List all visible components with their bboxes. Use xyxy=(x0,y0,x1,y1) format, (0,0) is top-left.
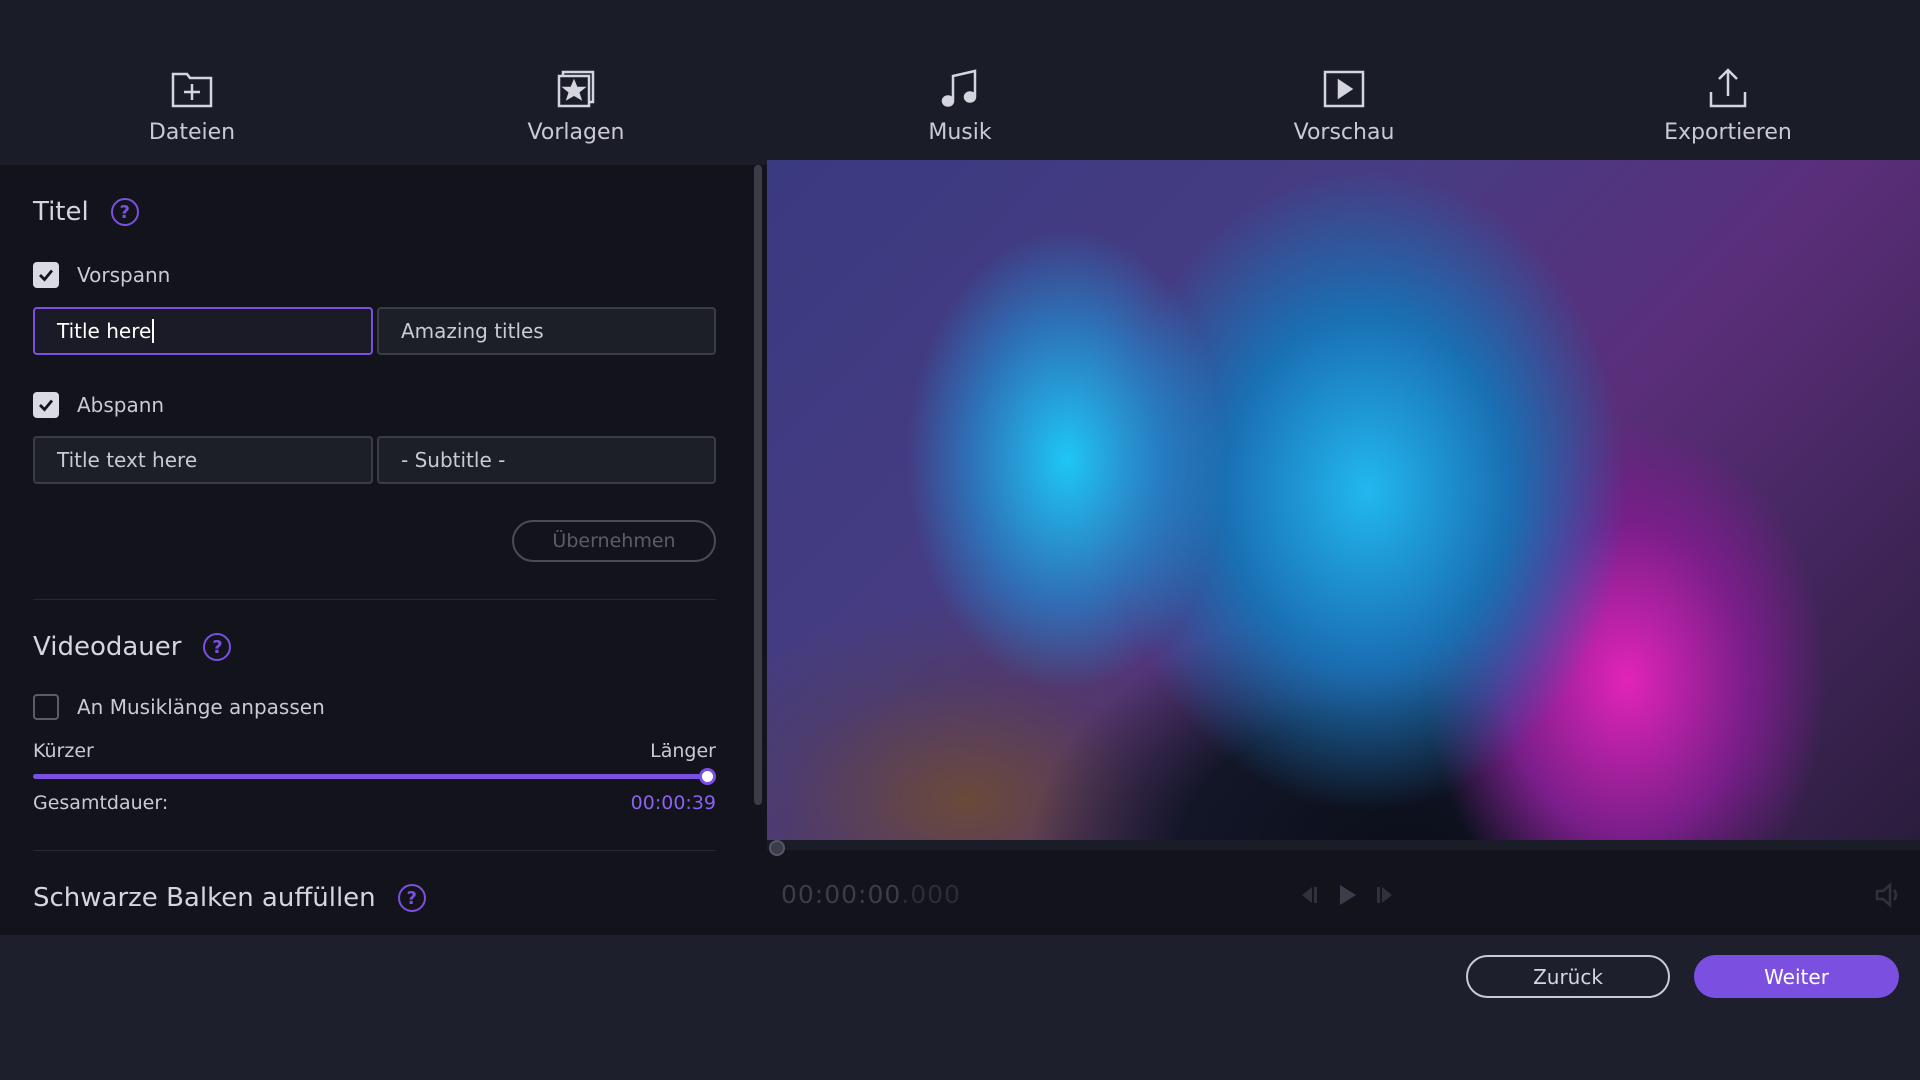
intro-title-input[interactable]: Title here xyxy=(33,307,373,355)
nav-label-templates: Vorlagen xyxy=(527,120,625,145)
export-upload-icon xyxy=(1709,68,1747,108)
checkmark-icon xyxy=(39,269,54,282)
duration-section-heading: Videodauer ? xyxy=(33,632,232,662)
intro-check-row[interactable]: Vorspann xyxy=(33,262,170,288)
top-navigation: Dateien Vorlagen Musik Vorschau Exportie… xyxy=(0,0,1920,165)
nav-label-files: Dateien xyxy=(148,120,236,145)
checkmark-icon xyxy=(39,399,54,412)
duration-help-icon[interactable]: ? xyxy=(203,633,232,661)
nav-tab-music[interactable]: Musik xyxy=(768,0,1152,165)
timecode-ms: .000 xyxy=(901,880,961,909)
app-root: Dateien Vorlagen Musik Vorschau Exportie… xyxy=(0,0,1920,1080)
video-preview[interactable] xyxy=(767,160,1920,840)
nav-label-preview: Vorschau xyxy=(1293,120,1395,145)
nav-label-music: Musik xyxy=(928,120,992,145)
step-forward-icon xyxy=(1377,887,1392,903)
shorter-label: Kürzer xyxy=(33,740,94,762)
step-back-button[interactable] xyxy=(1294,880,1324,910)
intro-title-value: Title here xyxy=(57,319,152,343)
nav-tab-templates[interactable]: Vorlagen xyxy=(384,0,768,165)
nav-tab-export[interactable]: Exportieren xyxy=(1536,0,1920,165)
play-preview-icon xyxy=(1323,70,1365,108)
template-star-icon xyxy=(557,70,595,108)
timeline-scrubber[interactable] xyxy=(769,840,785,856)
step-back-icon xyxy=(1302,887,1317,903)
black-bars-help-icon[interactable]: ? xyxy=(397,884,426,912)
outro-subtitle-input[interactable]: - Subtitle - xyxy=(377,436,716,484)
text-caret xyxy=(152,319,155,343)
section-divider xyxy=(33,850,716,851)
fit-music-check-row[interactable]: An Musiklänge anpassen xyxy=(33,694,325,720)
outro-title-input[interactable]: Title text here xyxy=(33,436,373,484)
duration-heading: Videodauer xyxy=(33,632,182,662)
intro-subtitle-input[interactable]: Amazing titles xyxy=(377,307,716,355)
duration-slider-handle[interactable] xyxy=(699,768,716,785)
fit-music-label: An Musiklänge anpassen xyxy=(77,695,325,719)
play-icon xyxy=(1340,885,1356,905)
nav-label-export: Exportieren xyxy=(1664,120,1792,145)
outro-title-value: Title text here xyxy=(57,448,198,472)
play-button[interactable] xyxy=(1332,880,1362,910)
nav-tab-preview[interactable]: Vorschau xyxy=(1152,0,1536,165)
outro-check-row[interactable]: Abspann xyxy=(33,392,164,418)
fit-music-checkbox[interactable] xyxy=(33,694,59,720)
back-button[interactable]: Zurück xyxy=(1466,955,1670,998)
outro-checkbox[interactable] xyxy=(33,392,59,418)
music-note-icon xyxy=(941,69,977,107)
apply-button[interactable]: Übernehmen xyxy=(512,520,716,562)
next-button[interactable]: Weiter xyxy=(1694,955,1899,998)
section-divider xyxy=(33,599,716,600)
outro-label: Abspann xyxy=(77,393,165,417)
folder-plus-icon xyxy=(171,72,213,108)
volume-icon xyxy=(1875,882,1898,908)
titles-section-heading: Titel ? xyxy=(33,197,139,227)
total-duration-label: Gesamtdauer: xyxy=(33,792,169,814)
intro-checkbox[interactable] xyxy=(33,262,59,288)
longer-label: Länger xyxy=(650,740,716,762)
outro-subtitle-value: - Subtitle - xyxy=(401,448,506,472)
intro-subtitle-value: Amazing titles xyxy=(401,319,544,343)
volume-button[interactable] xyxy=(1873,880,1903,910)
titles-help-icon[interactable]: ? xyxy=(110,198,139,226)
duration-slider-track[interactable] xyxy=(33,774,707,779)
step-forward-button[interactable] xyxy=(1370,880,1400,910)
settings-scrollbar[interactable] xyxy=(754,165,762,805)
total-duration-value: 00:00:39 xyxy=(630,792,716,814)
timecode-main: 00:00:00 xyxy=(781,880,902,909)
titles-heading: Titel xyxy=(33,197,89,227)
nav-tab-files[interactable]: Dateien xyxy=(0,0,384,165)
black-bars-heading: Schwarze Balken auffüllen xyxy=(33,883,376,913)
black-bars-section-heading: Schwarze Balken auffüllen ? xyxy=(33,883,426,913)
timecode-display: 00:00:00.000 xyxy=(781,880,961,909)
preview-frame-image xyxy=(767,160,1920,840)
intro-label: Vorspann xyxy=(77,263,171,287)
settings-panel: Titel ? Vorspann Title here Amazing titl… xyxy=(0,165,767,935)
